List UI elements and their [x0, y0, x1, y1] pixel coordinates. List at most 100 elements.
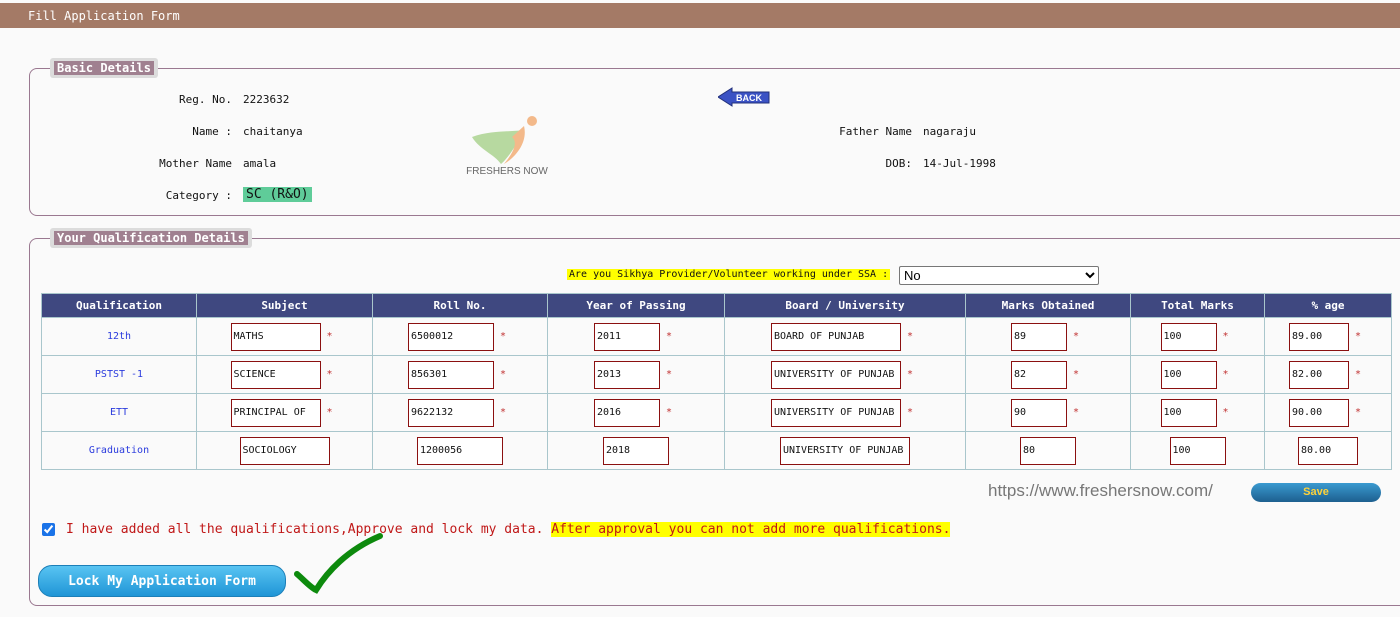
required-marker: * [499, 407, 507, 418]
logo-text: FRESHERS NOW [466, 166, 548, 177]
roll-no-input[interactable]: 1200056 [417, 436, 503, 465]
total-marks-input[interactable]: 100 [1169, 436, 1226, 465]
cell-marks-obtained: 90 * [965, 393, 1131, 432]
basic-details-legend: Basic Details [50, 58, 158, 78]
cell-total-marks: 100 [1130, 431, 1265, 470]
board-input[interactable]: UNIVERSITY OF PUNJAB [771, 398, 901, 427]
subject-input[interactable]: SOCIOLOGY [239, 436, 330, 465]
percentage-input[interactable]: 90.00 [1289, 398, 1349, 427]
cell-percentage: 90.00 * [1264, 393, 1392, 432]
cell-board: UNIVERSITY OF PUNJAB * [724, 393, 966, 432]
required-marker: * [665, 407, 673, 418]
cell-total-marks: 100 * [1130, 393, 1265, 432]
year-input[interactable]: 2016 [594, 398, 660, 427]
lock-application-button[interactable]: Lock My Application Form [38, 565, 286, 597]
percentage-input[interactable]: 82.00 [1289, 360, 1349, 389]
ssa-label: Are you Sikhya Provider/Volunteer workin… [567, 269, 891, 280]
reg-label: Reg. No. [179, 93, 232, 106]
cell-subject: SOCIOLOGY [196, 431, 373, 470]
table-row: 12th MATHS * 6500012 * 2011 * BOARD OF PUNJAB * 8… [41, 317, 1392, 356]
required-marker: * [665, 331, 673, 342]
year-input[interactable]: 2013 [594, 360, 660, 389]
column-header: Total Marks [1130, 293, 1265, 318]
category-label: Category : [165, 189, 232, 202]
year-input[interactable]: 2018 [603, 436, 669, 465]
qualification-table: Qualification Subject Roll No. Year of Pass… [41, 293, 1392, 470]
column-header: Marks Obtained [965, 293, 1131, 318]
qualification-name: 12th [41, 317, 197, 356]
father-label: Father Name [839, 125, 912, 138]
board-input[interactable]: UNIVERSITY OF PUNJAB [771, 360, 901, 389]
watermark-url: https://www.freshersnow.com/ [988, 481, 1213, 500]
cell-board: UNIVERSITY OF PUNJAB * [724, 355, 966, 394]
required-marker: * [1354, 369, 1362, 380]
subject-input[interactable]: MATHS [230, 322, 321, 351]
qualification-legend: Your Qualification Details [50, 228, 252, 248]
cell-total-marks: 100 * [1130, 355, 1265, 394]
roll-no-input[interactable]: 6500012 [408, 322, 494, 351]
column-header: Roll No. [372, 293, 548, 318]
board-input[interactable]: UNIVERSITY OF PUNJAB [780, 436, 910, 465]
required-marker: * [665, 369, 673, 380]
approval-warning: After approval you can not add more qual… [551, 522, 951, 537]
name-label: Name : [192, 125, 232, 138]
qualification-name: PSTST -1 [41, 355, 197, 394]
total-marks-input[interactable]: 100 [1160, 360, 1217, 389]
cell-total-marks: 100 * [1130, 317, 1265, 356]
marks-obtained-input[interactable]: 80 [1020, 436, 1076, 465]
cell-percentage: 82.00 * [1264, 355, 1392, 394]
cell-year: 2011 * [547, 317, 725, 356]
father-value: nagaraju [923, 125, 976, 138]
required-marker: * [499, 369, 507, 380]
basic-details-section [29, 68, 1400, 216]
required-marker: * [1354, 407, 1362, 418]
required-marker: * [326, 369, 333, 380]
freshers-now-logo: FRESHERS NOW [466, 116, 548, 177]
cell-roll-no: 1200056 [372, 431, 548, 470]
required-marker: * [326, 407, 333, 418]
save-button[interactable]: Save [1251, 483, 1381, 502]
cell-marks-obtained: 82 * [965, 355, 1131, 394]
required-marker: * [1072, 407, 1080, 418]
cell-percentage: 80.00 [1264, 431, 1392, 470]
total-marks-input[interactable]: 100 [1160, 398, 1217, 427]
year-input[interactable]: 2011 [594, 322, 660, 351]
marks-obtained-input[interactable]: 82 [1011, 360, 1067, 389]
required-marker: * [906, 407, 914, 418]
approve-checkbox[interactable] [42, 523, 55, 536]
board-input[interactable]: BOARD OF PUNJAB [771, 322, 901, 351]
subject-input[interactable]: SCIENCE [230, 360, 321, 389]
required-marker: * [1072, 331, 1080, 342]
roll-no-input[interactable]: 9622132 [408, 398, 494, 427]
qualification-name: ETT [41, 393, 197, 432]
marks-obtained-input[interactable]: 90 [1011, 398, 1067, 427]
cell-year: 2016 * [547, 393, 725, 432]
cell-board: BOARD OF PUNJAB * [724, 317, 966, 356]
total-marks-input[interactable]: 100 [1160, 322, 1217, 351]
column-header: Subject [196, 293, 373, 318]
required-marker: * [326, 331, 333, 342]
ssa-select[interactable]: No [899, 266, 1099, 285]
required-marker: * [1072, 369, 1080, 380]
cell-year: 2018 [547, 431, 725, 470]
reg-value: 2223632 [243, 93, 290, 106]
required-marker: * [906, 369, 914, 380]
back-label: BACK [736, 93, 762, 103]
subject-input[interactable]: PRINCIPAL OF [230, 398, 321, 427]
cell-board: UNIVERSITY OF PUNJAB [724, 431, 966, 470]
page-header: Fill Application Form [0, 3, 1400, 28]
percentage-input[interactable]: 80.00 [1298, 436, 1358, 465]
percentage-input[interactable]: 89.00 [1289, 322, 1349, 351]
cell-roll-no: 6500012 * [372, 317, 548, 356]
table-row: PSTST -1 SCIENCE * 856301 * 2013 * UNIVERSITY O… [41, 355, 1392, 394]
cell-subject: SCIENCE * [196, 355, 373, 394]
cell-year: 2013 * [547, 355, 725, 394]
back-button[interactable]: BACK [718, 87, 770, 107]
approve-label: I have added all the qualifications,Appr… [66, 522, 951, 537]
column-header: Board / University [724, 293, 966, 318]
dob-label: DOB: [885, 157, 913, 170]
roll-no-input[interactable]: 856301 [408, 360, 494, 389]
table-row: Graduation SOCIOLOGY 1200056 2018 UNIVERSITY… [41, 431, 1392, 470]
marks-obtained-input[interactable]: 89 [1011, 322, 1067, 351]
checkmark-icon [294, 533, 383, 594]
